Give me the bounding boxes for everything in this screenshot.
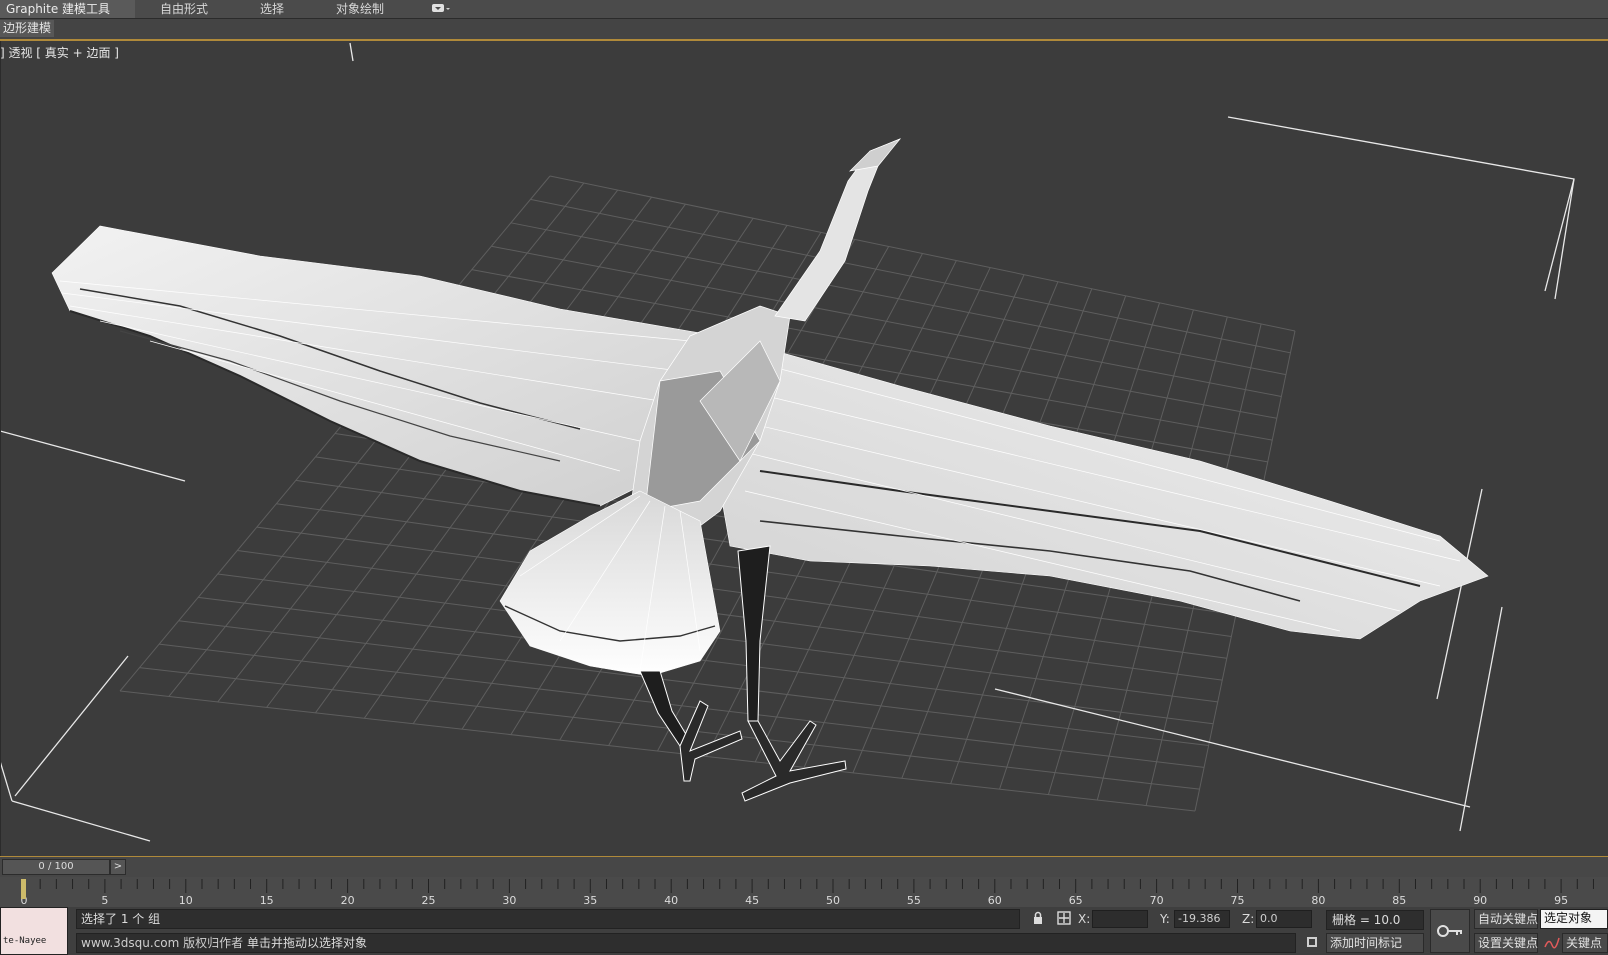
polygon-modeling-panel[interactable]: 边形建模 (0, 20, 55, 37)
absolute-mode-icon (1057, 911, 1071, 925)
curve-icon (1544, 937, 1560, 949)
ruler-tick-label: 85 (1392, 894, 1406, 907)
ruler-tick-label: 95 (1554, 894, 1568, 907)
crane-neck (774, 138, 902, 322)
x-coordinate-field[interactable] (1092, 910, 1148, 928)
perspective-viewport[interactable]: ] 透视 [ 真实 + 边面 ] (0, 41, 1608, 857)
track-bar-ruler[interactable]: 0 5 10 15 20 25 30 35 40 45 50 55 60 65 70 75 80 85 90 95 (0, 877, 1608, 907)
ruler-tick-label: 65 (1069, 894, 1083, 907)
auto-key-button[interactable]: 自动关键点 (1474, 909, 1538, 929)
ruler-tick-label: 80 (1311, 894, 1325, 907)
time-tag-icon (1307, 937, 1317, 947)
viewport-scene (0, 41, 1575, 856)
key-filters-button[interactable]: 关键点 (1562, 933, 1608, 953)
status-bar: te-Nayee 选择了 1 个 组 www.3dsqu.com 版权归作者 单… (0, 907, 1608, 955)
absolute-mode-button[interactable] (1056, 911, 1072, 927)
dropdown-chevron-icon (432, 4, 450, 12)
ruler-tick-label: 5 (101, 894, 108, 907)
time-slider[interactable]: 0 / 100 (2, 859, 110, 875)
set-keys-button[interactable] (1430, 909, 1470, 953)
ruler-tick-label: 20 (341, 894, 355, 907)
prompt-line: www.3dsqu.com 版权归作者 单击并拖动以选择对象 (76, 933, 1296, 953)
current-frame-marker (21, 879, 26, 899)
ruler-tick-label: 45 (745, 894, 759, 907)
maxscript-listener[interactable]: te-Nayee (0, 907, 68, 955)
z-label: Z: (1242, 912, 1255, 926)
tab-selection[interactable]: 选择 (260, 0, 284, 18)
ruler-tick-label: 70 (1150, 894, 1164, 907)
maxscript-text: te-Nayee (3, 936, 47, 946)
ribbon-more-button[interactable] (430, 0, 458, 18)
key-icon (1437, 925, 1462, 937)
selection-text: 选择了 1 个 组 (81, 912, 161, 926)
lock-icon (1034, 911, 1042, 924)
add-time-tag-button[interactable]: 添加时间标记 (1326, 933, 1424, 953)
curve-editor-button[interactable] (1544, 935, 1560, 951)
ruler-tick-label: 60 (988, 894, 1002, 907)
tab-freeform[interactable]: 自由形式 (160, 0, 208, 18)
ruler-tick-label: 10 (179, 894, 193, 907)
prompt-text: 单击并拖动以选择对象 (246, 936, 367, 950)
tab-graphite-modeling[interactable]: Graphite 建模工具 (0, 0, 135, 18)
ruler-tick-label: 30 (502, 894, 516, 907)
next-frame-button[interactable]: > (110, 859, 126, 875)
ruler-tick-label: 90 (1473, 894, 1487, 907)
ruler-tick-label: 25 (422, 894, 436, 907)
lock-selection-button[interactable] (1030, 911, 1046, 927)
ruler-tick-label: 55 (907, 894, 921, 907)
ruler-tick-label: 35 (583, 894, 597, 907)
z-coordinate-field[interactable]: 0.0 (1256, 910, 1312, 928)
ribbon-tab-bar: Graphite 建模工具 自由形式 选择 对象绘制 (0, 0, 1608, 19)
crane-tail (499, 490, 721, 677)
ruler-tick-label: 40 (664, 894, 678, 907)
viewport-label[interactable]: ] 透视 [ 真实 + 边面 ] (0, 44, 119, 61)
ribbon-panel-row: 边形建模 (0, 19, 1608, 41)
y-label: Y: (1160, 912, 1170, 926)
set-key-button[interactable]: 设置关键点 (1474, 933, 1538, 953)
grid-text: 栅格 = 10.0 (1332, 913, 1401, 927)
ruler-tick-label: 50 (826, 894, 840, 907)
y-coordinate-field[interactable]: -19.386 (1174, 910, 1230, 928)
ruler-tick-label: 75 (1231, 894, 1245, 907)
time-tag-icon-button[interactable] (1304, 935, 1320, 951)
grid-line (217, 573, 1218, 703)
left-wing (51, 225, 701, 507)
grid-size: 栅格 = 10.0 (1326, 910, 1424, 930)
tab-object-paint[interactable]: 对象绘制 (336, 0, 384, 18)
overlay-text: www.3dsqu.com 版权归作者 (81, 936, 244, 950)
timeline: 0 / 100 > 0 5 10 15 20 25 30 35 40 45 50 55 60 65 70 75… (0, 857, 1608, 907)
selection-status: 选择了 1 个 组 (76, 909, 1020, 929)
key-set-dropdown[interactable]: 选定对象 (1540, 909, 1608, 929)
x-label: X: (1078, 912, 1091, 926)
ruler-tick-label: 15 (260, 894, 274, 907)
